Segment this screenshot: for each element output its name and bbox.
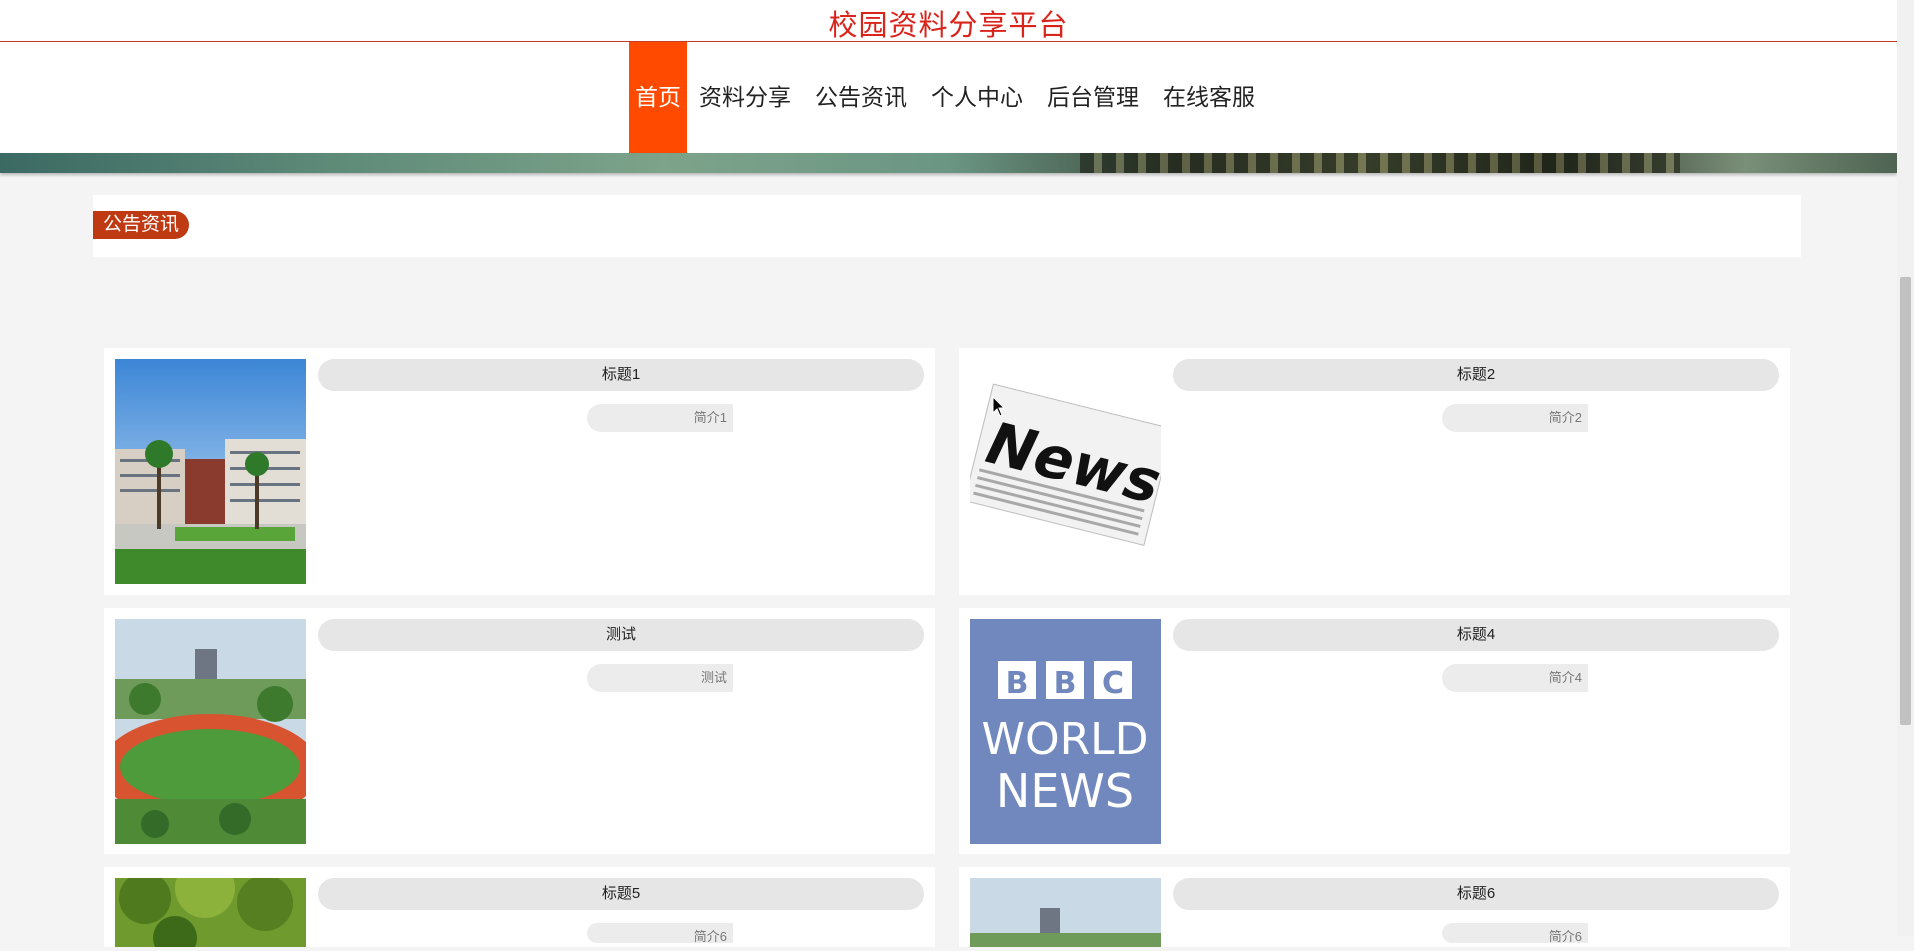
news-thumbnail[interactable]: News bbox=[970, 359, 1161, 584]
bbc-news-text: NEWS bbox=[996, 764, 1134, 818]
news-title[interactable]: 标题4 bbox=[1173, 619, 1779, 651]
news-intro: 简介4 bbox=[1442, 664, 1588, 692]
news-card[interactable]: 标题6 简介6 bbox=[959, 867, 1790, 947]
news-intro: 简介1 bbox=[587, 404, 733, 432]
section-label: 公告资讯 bbox=[93, 211, 190, 239]
svg-text:B: B bbox=[1006, 666, 1029, 701]
main-nav: 首页 资料分享 公告资讯 个人中心 后台管理 在线客服 bbox=[0, 42, 1897, 153]
news-intro: 简介6 bbox=[587, 923, 733, 944]
site-header: 校园资料分享平台 bbox=[0, 0, 1897, 42]
sports-field-image bbox=[115, 619, 306, 844]
nav-item-online-service[interactable]: 在线客服 bbox=[1151, 42, 1267, 153]
bbc-world-news-image: B B C WORLD NEWS bbox=[970, 619, 1161, 844]
news-card[interactable]: 测试 测试 bbox=[104, 608, 935, 854]
news-title[interactable]: 标题2 bbox=[1173, 359, 1779, 391]
campus-building-image bbox=[115, 359, 306, 584]
section-header: 公告资讯 bbox=[93, 195, 1801, 257]
nav-item-announcements[interactable]: 公告资讯 bbox=[803, 42, 919, 153]
news-card[interactable]: 标题5 简介6 bbox=[104, 867, 935, 947]
news-title[interactable]: 标题6 bbox=[1173, 878, 1779, 910]
nav-item-home[interactable]: 首页 bbox=[629, 42, 687, 153]
news-thumbnail[interactable] bbox=[115, 619, 306, 844]
svg-text:B: B bbox=[1054, 666, 1077, 701]
nav-item-personal-center[interactable]: 个人中心 bbox=[919, 42, 1035, 153]
news-thumbnail[interactable] bbox=[115, 359, 306, 584]
news-intro: 测试 bbox=[587, 664, 733, 692]
news-card[interactable]: 标题1 简介1 bbox=[104, 348, 935, 595]
news-title[interactable]: 标题5 bbox=[318, 878, 924, 910]
news-thumbnail[interactable] bbox=[970, 878, 1161, 947]
news-intro: 简介2 bbox=[1442, 404, 1588, 432]
news-card[interactable]: B B C WORLD NEWS 标题4 简介4 bbox=[959, 608, 1790, 854]
newspaper-image: News bbox=[970, 359, 1161, 584]
svg-text:C: C bbox=[1102, 666, 1124, 701]
news-title[interactable]: 标题1 bbox=[318, 359, 924, 391]
nav-item-resource-share[interactable]: 资料分享 bbox=[687, 42, 803, 153]
bbc-world-text: WORLD bbox=[981, 714, 1148, 765]
campus-landscape-image bbox=[970, 878, 1161, 947]
banner-image bbox=[0, 153, 1897, 173]
nav-item-admin[interactable]: 后台管理 bbox=[1035, 42, 1151, 153]
site-title: 校园资料分享平台 bbox=[828, 10, 1069, 42]
scrollbar-thumb[interactable] bbox=[1900, 277, 1911, 725]
news-thumbnail[interactable]: B B C WORLD NEWS bbox=[970, 619, 1161, 844]
news-intro: 简介6 bbox=[1442, 923, 1588, 944]
news-title[interactable]: 测试 bbox=[318, 619, 924, 651]
mouse-cursor-icon bbox=[992, 396, 1006, 417]
vertical-scrollbar[interactable] bbox=[1897, 0, 1914, 936]
news-card[interactable]: News 标题2 简介2 bbox=[959, 348, 1790, 595]
nav-items: 首页 资料分享 公告资讯 个人中心 后台管理 在线客服 bbox=[629, 42, 1267, 153]
news-thumbnail[interactable] bbox=[115, 878, 306, 947]
green-trees-image bbox=[115, 878, 306, 947]
